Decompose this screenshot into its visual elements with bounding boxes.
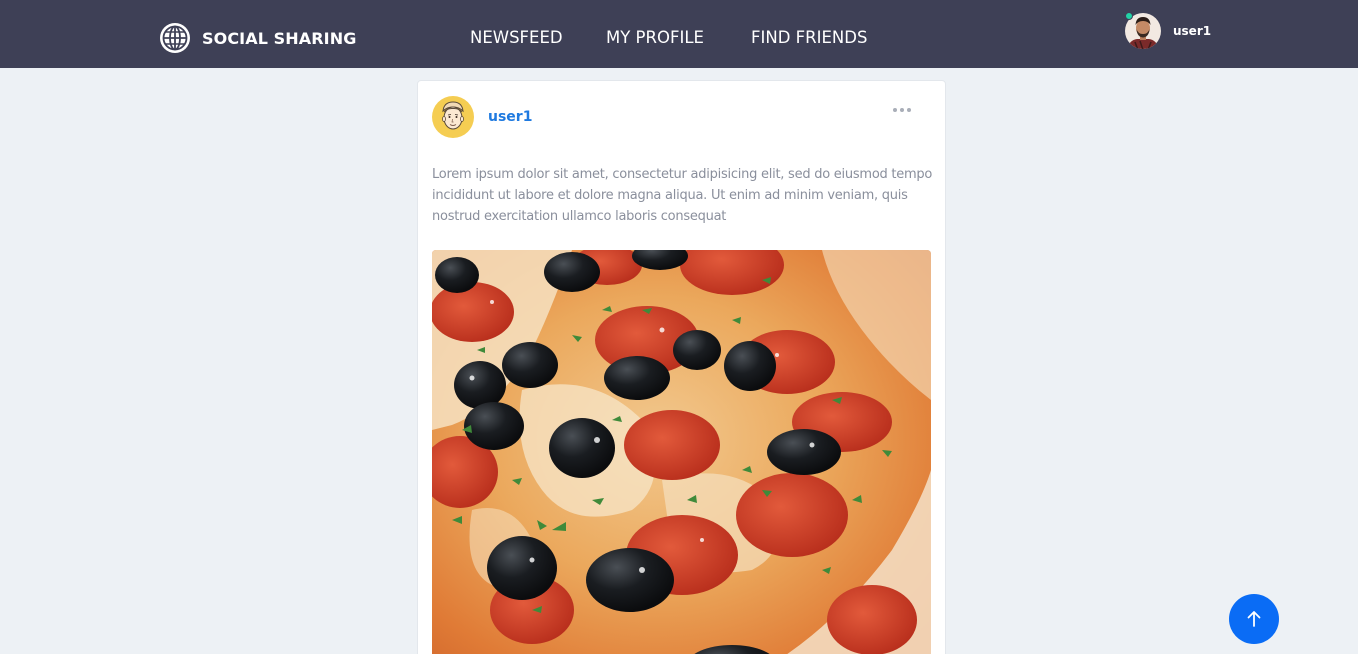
- author-avatar[interactable]: [432, 96, 474, 138]
- current-username: user1: [1173, 24, 1212, 38]
- nav-my-profile[interactable]: MY PROFILE: [606, 26, 704, 50]
- online-status-dot: [1125, 12, 1133, 20]
- brand-name: SOCIAL SHARING: [202, 28, 357, 48]
- more-horizontal-icon[interactable]: [893, 108, 911, 116]
- post-author-name[interactable]: user1: [488, 109, 532, 125]
- top-navbar: SOCIAL SHARING NEWSFEED MY PROFILE FIND …: [0, 0, 1358, 68]
- globe-icon: [160, 23, 190, 53]
- post-header: user1: [432, 96, 532, 138]
- brand[interactable]: SOCIAL SHARING: [159, 22, 356, 54]
- post-text: Lorem ipsum dolor sit amet, consectetur …: [432, 167, 933, 224]
- nav-find-friends[interactable]: FIND FRIENDS: [751, 26, 867, 50]
- scroll-to-top-button[interactable]: [1229, 594, 1279, 644]
- post-card: user1 Lorem ipsum dolor sit amet, consec…: [417, 80, 946, 654]
- post-image: [432, 250, 931, 654]
- account-menu[interactable]: user1: [1124, 12, 1211, 50]
- nav-newsfeed[interactable]: NEWSFEED: [470, 26, 563, 50]
- arrow-up-icon: [1247, 611, 1261, 627]
- user-avatar: [1124, 12, 1162, 50]
